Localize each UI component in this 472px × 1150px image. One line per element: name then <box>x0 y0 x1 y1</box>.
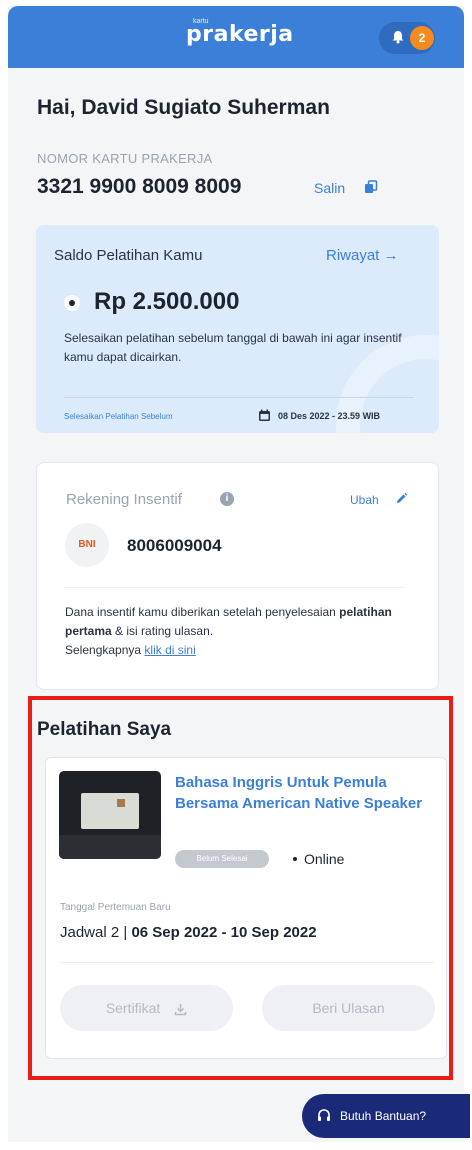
schedule-label: Tanggal Pertemuan Baru <box>60 902 171 913</box>
course-thumbnail[interactable] <box>59 771 161 859</box>
thumbnail-floor <box>59 835 161 859</box>
divider <box>65 587 405 588</box>
course-mode: Online <box>304 851 345 867</box>
prakerja-logo[interactable]: prakerja <box>186 22 294 47</box>
saldo-title: Saldo Pelatihan Kamu <box>54 247 203 264</box>
deadline-value: 08 Des 2022 - 23.59 WIB <box>278 411 381 421</box>
certificate-label: Sertifikat <box>105 1000 161 1016</box>
review-button[interactable]: Beri Ulasan <box>262 985 435 1031</box>
more-info-link[interactable]: klik di sini <box>144 643 195 657</box>
notification-count-badge: 2 <box>410 26 434 50</box>
rekening-description: Dana insentif kamu diberikan setelah pen… <box>65 603 415 660</box>
thumbnail-screen <box>81 793 139 829</box>
course-title[interactable]: Bahasa Inggris Untuk Pemula Bersama Amer… <box>175 772 435 814</box>
pelatihan-section-title: Pelatihan Saya <box>37 719 172 740</box>
calendar-icon <box>259 409 270 421</box>
rekening-card: Rekening Insentif i Ubah BNI 8006009004 … <box>36 462 439 690</box>
rekening-title: Rekening Insentif <box>66 491 182 508</box>
account-number: 8006009004 <box>127 536 222 555</box>
card-number-label: NOMOR KARTU PRAKERJA <box>37 151 213 166</box>
bni-logo: BNI <box>65 523 109 567</box>
app-screen: kartu prakerja 2 Hai, David Sugiato Suhe… <box>8 6 464 1142</box>
history-link[interactable]: Riwayat → <box>326 247 399 264</box>
thumbnail-detail <box>117 799 125 807</box>
notification-button[interactable]: 2 <box>379 22 435 54</box>
divider <box>60 962 434 963</box>
headset-icon <box>318 1109 330 1121</box>
certificate-button[interactable]: Sertifikat <box>60 985 233 1031</box>
bell-icon <box>392 31 404 44</box>
bullet-dot <box>293 857 297 861</box>
status-badge: Belum Selesai <box>175 850 269 868</box>
copy-button[interactable]: Salin <box>314 180 345 196</box>
edit-button[interactable]: Ubah <box>350 493 379 507</box>
download-icon <box>174 1003 187 1016</box>
schedule-prefix: Jadwal 2 | <box>60 924 132 941</box>
desc-text: Dana insentif kamu diberikan setelah pen… <box>65 605 340 619</box>
copy-icon[interactable] <box>364 180 378 194</box>
schedule: Jadwal 2 | 06 Sep 2022 - 10 Sep 2022 <box>60 924 317 941</box>
more-prefix: Selengkapnya <box>65 643 145 657</box>
help-button[interactable]: Butuh Bantuan? <box>302 1094 470 1138</box>
info-icon[interactable]: i <box>220 492 234 506</box>
help-label: Butuh Bantuan? <box>340 1109 427 1123</box>
saldo-description: Selesaikan pelatihan sebelum tanggal di … <box>64 331 402 364</box>
coin-icon <box>64 295 80 311</box>
deadline-label: Selesaikan Pelatihan Sebelum <box>64 412 173 421</box>
divider <box>64 397 414 398</box>
top-bar: kartu prakerja 2 <box>8 6 464 68</box>
desc-text: & isi rating ulasan. <box>111 624 214 638</box>
course-card[interactable]: Bahasa Inggris Untuk Pemula Bersama Amer… <box>45 757 447 1059</box>
schedule-dates: 06 Sep 2022 - 10 Sep 2022 <box>131 924 317 941</box>
greeting: Hai, David Sugiato Suherman <box>37 96 330 119</box>
saldo-amount: Rp 2.500.000 <box>94 288 240 315</box>
pencil-icon[interactable] <box>395 492 408 505</box>
saldo-card: Saldo Pelatihan Kamu Riwayat → Rp 2.500.… <box>36 225 439 433</box>
card-number: 3321 9900 8009 8009 <box>37 175 242 198</box>
